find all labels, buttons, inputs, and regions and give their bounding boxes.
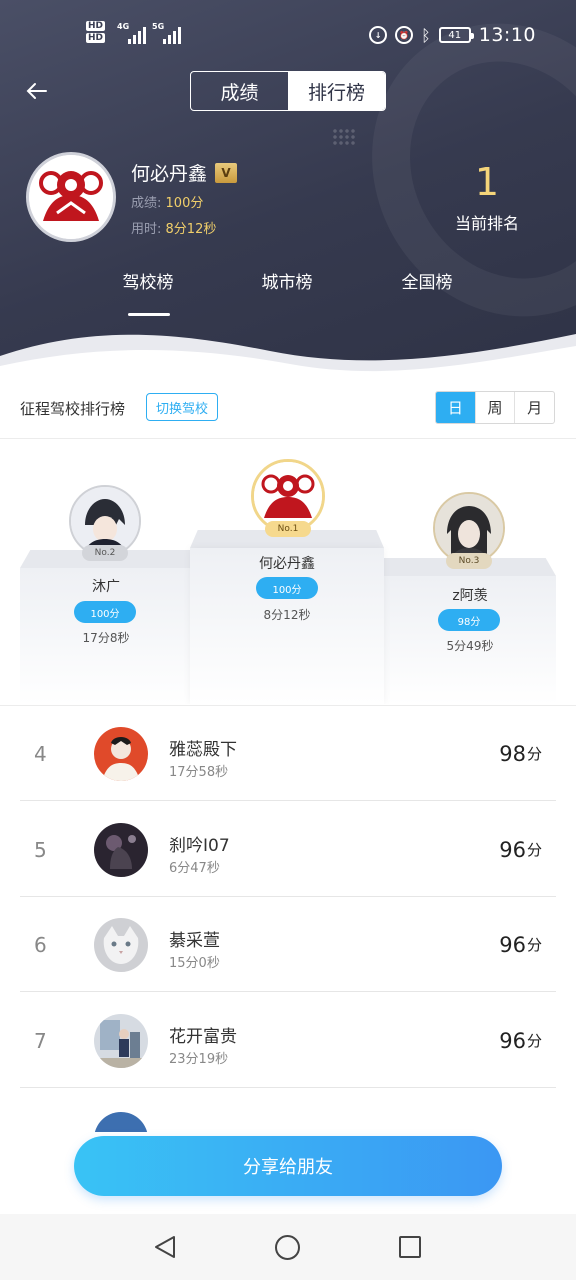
tab-score[interactable]: 成绩 xyxy=(191,72,288,110)
list-name: 雅蕊殿下 xyxy=(169,740,237,760)
list-time: 17分58秒 xyxy=(169,765,229,780)
status-bar: HD HD 4G 5G ↓ ⏰ ᛒ 41 13:10 xyxy=(0,14,576,60)
second-time: 17分8秒 xyxy=(82,631,130,645)
signal-icon-2 xyxy=(163,24,181,44)
status-right: ↓ ⏰ ᛒ 41 13:10 xyxy=(369,24,536,46)
list-score: 96 分 xyxy=(499,1028,542,1053)
hd-indicator: HD HD xyxy=(86,21,106,43)
signal-icon xyxy=(128,24,146,44)
podium: No.2 沐广 100分 17分8秒 No.1 何必丹鑫 100分 8分12秒 … xyxy=(0,440,576,704)
bluetooth-icon: ᛒ xyxy=(421,25,431,45)
vip-badge-icon: V xyxy=(215,162,238,183)
period-day[interactable]: 日 xyxy=(436,392,475,423)
first-time: 8分12秒 xyxy=(263,608,311,622)
list-avatar xyxy=(94,918,148,972)
leaderboard-title: 征程驾校排行榜 xyxy=(20,400,126,418)
list-item[interactable]: 5 刹吟I07 6分47秒 96 分 xyxy=(20,802,556,897)
third-score: 98分 xyxy=(438,609,500,631)
nav-back-icon[interactable] xyxy=(152,1234,178,1260)
back-arrow-icon[interactable] xyxy=(24,78,52,106)
second-score: 100分 xyxy=(74,601,136,623)
header: HD HD 4G 5G ↓ ⏰ ᛒ 41 13:10 成绩 排行榜 何必丹鑫 V… xyxy=(0,0,576,370)
current-rank-label: 当前排名 xyxy=(454,214,519,233)
period-selector: 日 周 月 xyxy=(435,391,555,424)
list-score: 98 分 xyxy=(499,741,542,766)
list-time: 15分0秒 xyxy=(169,956,220,971)
user-avatar[interactable] xyxy=(26,152,116,242)
user-score: 100分 xyxy=(165,196,204,211)
list-avatar xyxy=(94,727,148,781)
clock: 13:10 xyxy=(478,24,536,46)
current-rank-value: 1 xyxy=(474,160,500,204)
data-saver-icon: ↓ xyxy=(369,26,388,44)
user-name-row: 何必丹鑫 V xyxy=(131,159,238,186)
switch-school-button[interactable]: 切换驾校 xyxy=(146,393,218,421)
share-button[interactable]: 分享给朋友 xyxy=(74,1136,502,1196)
list-name: 刹吟I07 xyxy=(169,836,230,856)
second-name: 沐广 xyxy=(92,579,120,595)
tab-school-board[interactable]: 驾校榜 xyxy=(88,268,208,293)
system-nav-bar xyxy=(0,1214,576,1280)
user-time-line: 用时: 8分12秒 xyxy=(131,222,217,237)
dots-decoration xyxy=(332,128,356,146)
period-week[interactable]: 周 xyxy=(474,392,515,423)
list-item[interactable]: 7 花开富贵 23分19秒 96 分 xyxy=(20,993,556,1088)
header-wave xyxy=(0,334,576,386)
third-time: 5分49秒 xyxy=(446,639,494,653)
list-rank: 6 xyxy=(34,932,47,957)
first-name: 何必丹鑫 xyxy=(259,556,315,572)
list-time: 6分47秒 xyxy=(169,861,220,876)
third-badge: No.3 xyxy=(446,553,492,569)
user-score-line: 成绩: 100分 xyxy=(131,196,204,211)
first-score: 100分 xyxy=(256,577,318,599)
list-avatar xyxy=(94,823,148,877)
first-badge: No.1 xyxy=(265,521,311,537)
period-month[interactable]: 月 xyxy=(514,392,554,423)
list-rank: 5 xyxy=(34,837,47,862)
divider xyxy=(0,438,576,439)
list-score: 96 分 xyxy=(499,932,542,957)
list-avatar xyxy=(94,1014,148,1068)
user-name: 何必丹鑫 xyxy=(131,163,208,185)
user-time: 8分12秒 xyxy=(165,222,217,237)
nav-recent-icon[interactable] xyxy=(399,1236,421,1258)
tab-city-board[interactable]: 城市榜 xyxy=(227,268,347,293)
next-avatar-peek xyxy=(94,1112,148,1132)
list-score: 96 分 xyxy=(499,837,542,862)
list-rank: 4 xyxy=(34,741,47,766)
tab-leaderboard[interactable]: 排行榜 xyxy=(288,72,385,110)
list-item[interactable]: 6 綦采萱 15分0秒 96 分 xyxy=(20,897,556,992)
alarm-icon: ⏰ xyxy=(395,26,414,44)
list-name: 綦采萱 xyxy=(169,931,220,951)
third-name: z阿羡 xyxy=(452,588,488,604)
nav-home-icon[interactable] xyxy=(275,1235,300,1260)
second-badge: No.2 xyxy=(82,545,128,561)
list-name: 花开富贵 xyxy=(169,1027,237,1047)
tab-national-board[interactable]: 全国榜 xyxy=(367,268,487,293)
result-rank-toggle: 成绩 排行榜 xyxy=(190,71,386,111)
list-rank: 7 xyxy=(34,1028,47,1053)
list-item[interactable]: 4 雅蕊殿下 17分58秒 98 分 xyxy=(20,706,556,801)
battery-icon: 41 xyxy=(438,27,474,43)
list-time: 23分19秒 xyxy=(169,1052,229,1067)
